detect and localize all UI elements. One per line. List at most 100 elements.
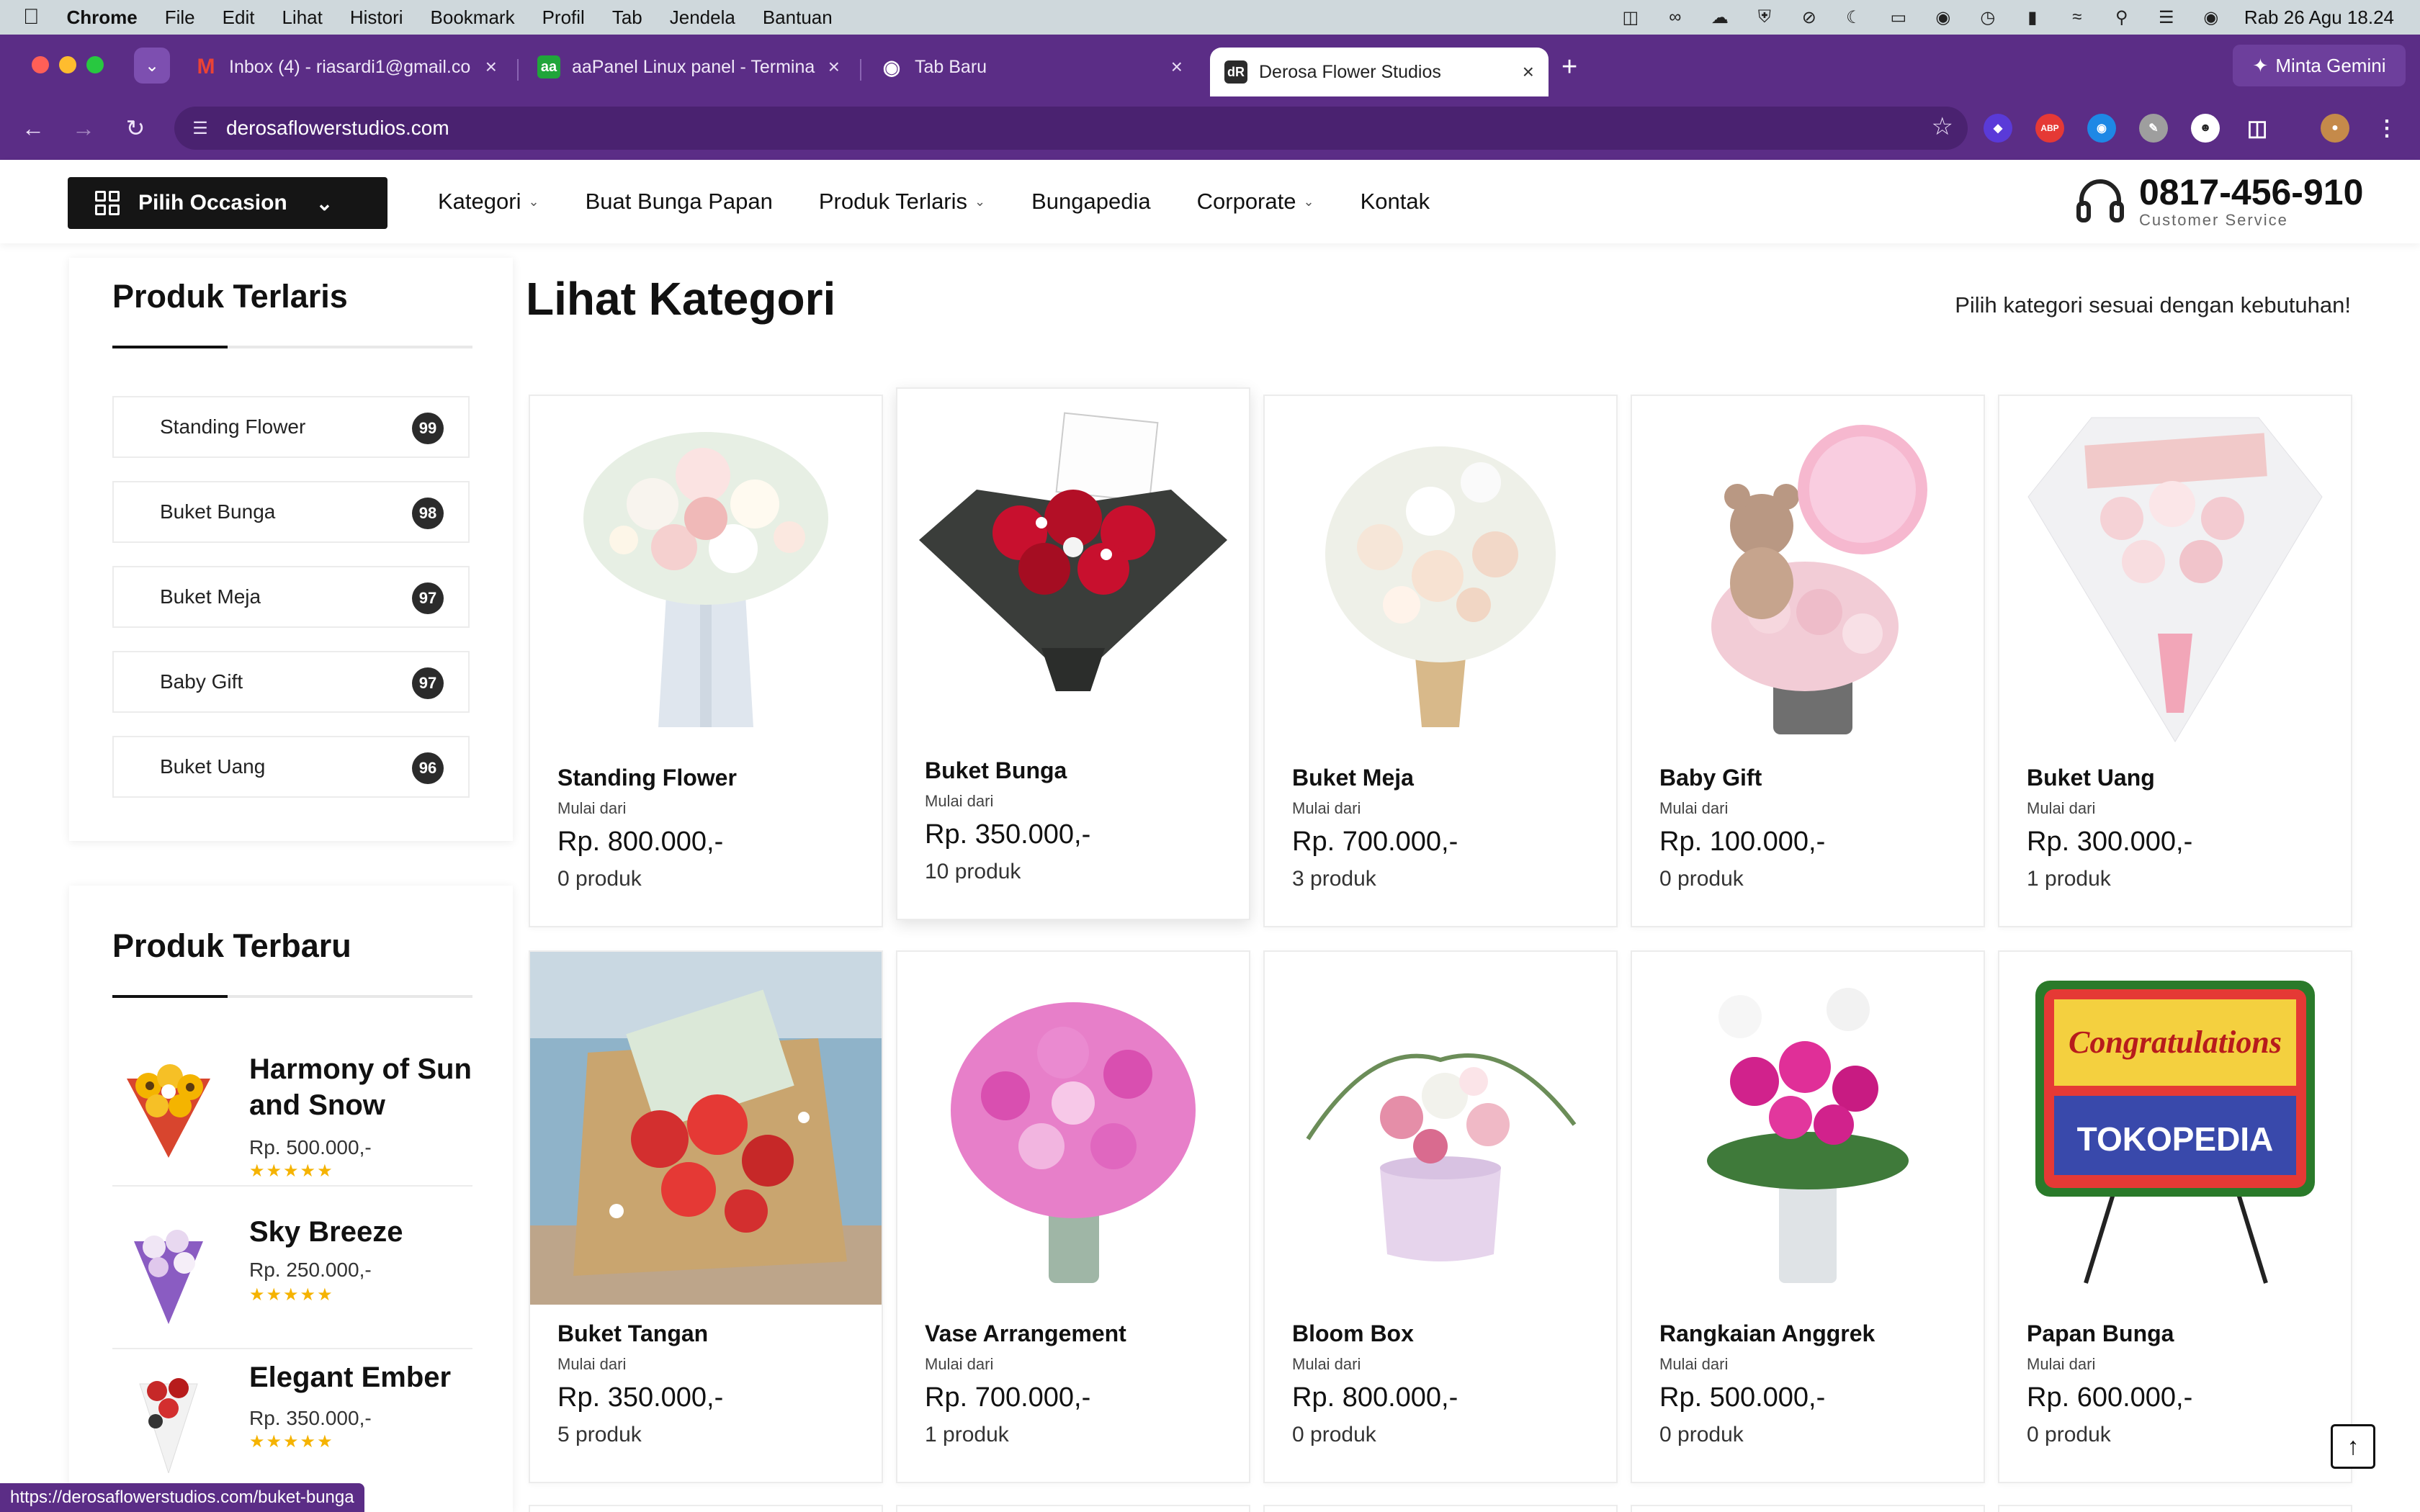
- screen-capture-icon[interactable]: ◫: [1619, 7, 1642, 27]
- product-name[interactable]: Elegant Ember: [249, 1359, 472, 1395]
- mute-icon[interactable]: ⊘: [1798, 7, 1821, 27]
- category-card-buket-meja[interactable]: Buket Meja Mulai dari Rp. 700.000,- 3 pr…: [1263, 395, 1618, 927]
- nav-bungapedia[interactable]: Bungapedia: [1031, 189, 1151, 215]
- category-name[interactable]: Buket Bunga: [925, 757, 1067, 784]
- category-card-buket-bunga[interactable]: Buket Bunga Mulai dari Rp. 350.000,- 10 …: [896, 387, 1250, 920]
- menu-view[interactable]: Lihat: [282, 6, 322, 29]
- category-name[interactable]: Buket Meja: [1292, 765, 1414, 791]
- nav-buat-bunga-papan[interactable]: Buat Bunga Papan: [586, 189, 773, 215]
- adblock-icon[interactable]: ABP: [2035, 114, 2064, 143]
- bestseller-item[interactable]: Buket Bunga 98: [112, 481, 470, 543]
- close-icon[interactable]: ×: [1171, 55, 1183, 78]
- product-image: [1999, 396, 2351, 749]
- window-close-button[interactable]: [32, 56, 49, 73]
- apple-icon[interactable]: : [23, 5, 40, 30]
- newest-product[interactable]: Elegant Ember Rp. 350.000,- ★★★★★: [112, 1351, 472, 1495]
- menu-bookmarks[interactable]: Bookmark: [431, 6, 515, 29]
- newest-product[interactable]: Harmony of Sun and Snow Rp. 500.000,- ★★…: [112, 1043, 472, 1187]
- nav-kontak[interactable]: Kontak: [1361, 189, 1430, 215]
- category-name[interactable]: Vase Arrangement: [925, 1320, 1126, 1347]
- nav-kategori[interactable]: Kategori ⌄: [438, 189, 539, 215]
- category-card-vase-arrangement[interactable]: Vase Arrangement Mulai dari Rp. 700.000,…: [896, 950, 1250, 1483]
- category-name[interactable]: Papan Bunga: [2027, 1320, 2174, 1347]
- site-settings-icon[interactable]: ☰: [187, 115, 213, 141]
- bestseller-item[interactable]: Buket Meja 97: [112, 566, 470, 628]
- category-name[interactable]: Buket Uang: [2027, 765, 2155, 791]
- category-name[interactable]: Buket Tangan: [557, 1320, 708, 1347]
- address-bar[interactable]: ☰ derosaflowerstudios.com ☆: [174, 107, 1968, 150]
- shield-icon[interactable]: ⛨: [1753, 7, 1776, 27]
- url-text[interactable]: derosaflowerstudios.com: [226, 117, 449, 140]
- category-name[interactable]: Baby Gift: [1659, 765, 1762, 791]
- menu-history[interactable]: Histori: [350, 6, 403, 29]
- category-card-rangkaian-anggrek[interactable]: Rangkaian Anggrek Mulai dari Rp. 500.000…: [1631, 950, 1985, 1483]
- nav-produk-terlaris[interactable]: Produk Terlaris ⌄: [819, 189, 985, 215]
- battery-icon[interactable]: ▮: [2021, 7, 2044, 27]
- category-name[interactable]: Standing Flower: [557, 765, 737, 791]
- kebab-menu-icon[interactable]: ⋮: [2372, 114, 2401, 143]
- bestseller-item[interactable]: Standing Flower 99: [112, 396, 470, 458]
- category-card-papan-bunga[interactable]: Congratulations TOKOPEDIA Papan Bunga Mu…: [1998, 950, 2352, 1483]
- menu-profile[interactable]: Profil: [542, 6, 585, 29]
- siri-icon[interactable]: ◉: [2200, 7, 2223, 27]
- product-name[interactable]: Sky Breeze: [249, 1214, 472, 1250]
- category-name[interactable]: Rangkaian Anggrek: [1659, 1320, 1875, 1347]
- color-picker-icon[interactable]: ◉: [2087, 114, 2116, 143]
- window-maximize-button[interactable]: [86, 56, 104, 73]
- bookmark-star-icon[interactable]: ☆: [1932, 112, 1953, 141]
- reload-button[interactable]: ↻: [118, 111, 153, 145]
- user-icon[interactable]: ◉: [1932, 7, 1955, 27]
- extension-diamond-icon[interactable]: ◆: [1984, 114, 2012, 143]
- newest-product[interactable]: Sky Breeze Rp. 250.000,- ★★★★★: [112, 1205, 472, 1349]
- forward-button[interactable]: →: [66, 111, 101, 145]
- close-icon[interactable]: ×: [1523, 60, 1534, 84]
- bestseller-item[interactable]: Buket Uang 96: [112, 736, 470, 798]
- customer-service[interactable]: 0817-456-910 Customer Service: [2071, 173, 2363, 230]
- menu-file[interactable]: File: [165, 6, 195, 29]
- occasion-button[interactable]: Pilih Occasion ⌄: [68, 177, 387, 229]
- display-icon[interactable]: ▭: [1887, 7, 1910, 27]
- time-machine-icon[interactable]: ◷: [1976, 7, 1999, 27]
- tab-derosa[interactable]: dR Derosa Flower Studios ×: [1210, 48, 1549, 96]
- menu-chrome[interactable]: Chrome: [67, 6, 138, 29]
- category-price: Rp. 700.000,-: [925, 1382, 1091, 1413]
- page-subtitle: Pilih kategori sesuai dengan kebutuhan!: [1955, 292, 2351, 318]
- wifi-icon[interactable]: ≈: [2066, 7, 2089, 27]
- category-name[interactable]: Bloom Box: [1292, 1320, 1414, 1347]
- cloud-icon[interactable]: ☁: [1708, 7, 1731, 27]
- menu-edit[interactable]: Edit: [223, 6, 255, 29]
- phone-number[interactable]: 0817-456-910: [2139, 174, 2363, 211]
- back-button[interactable]: ←: [16, 111, 50, 145]
- smiley-extension-icon[interactable]: ☻: [2191, 114, 2220, 143]
- scroll-to-top-button[interactable]: ↑: [2331, 1424, 2375, 1469]
- category-card-buket-uang[interactable]: Buket Uang Mulai dari Rp. 300.000,- 1 pr…: [1998, 395, 2352, 927]
- gemini-button[interactable]: ✦ Minta Gemini: [2233, 45, 2406, 86]
- tab-gmail[interactable]: M Inbox (4) - riasardi1@gmail.co ×: [180, 45, 511, 89]
- new-tab-button[interactable]: +: [1561, 52, 1577, 83]
- puzzle-icon[interactable]: ◫: [2243, 114, 2272, 143]
- price-from-label: Mulai dari: [925, 792, 994, 810]
- tab-aapanel[interactable]: aa aaPanel Linux panel - Termina ×: [523, 45, 854, 89]
- window-minimize-button[interactable]: [59, 56, 76, 73]
- product-name[interactable]: Harmony of Sun and Snow: [249, 1051, 472, 1123]
- tab-new[interactable]: ◉ Tab Baru ×: [866, 45, 1197, 89]
- close-icon[interactable]: ×: [485, 55, 497, 78]
- category-card-baby-gift[interactable]: Baby Gift Mulai dari Rp. 100.000,- 0 pro…: [1631, 395, 1985, 927]
- category-card-buket-tangan[interactable]: Buket Tangan Mulai dari Rp. 350.000,- 5 …: [529, 950, 883, 1483]
- category-card-standing-flower[interactable]: Standing Flower Mulai dari Rp. 800.000,-…: [529, 395, 883, 927]
- menu-window[interactable]: Jendela: [670, 6, 735, 29]
- avatar[interactable]: ●: [2321, 114, 2349, 143]
- tab-search-button[interactable]: ⌄: [134, 48, 170, 84]
- moon-icon[interactable]: ☾: [1842, 7, 1865, 27]
- control-center-icon[interactable]: ☰: [2155, 7, 2178, 27]
- menu-help[interactable]: Bantuan: [763, 6, 833, 29]
- creative-cloud-icon[interactable]: ∞: [1664, 7, 1687, 27]
- menu-tab[interactable]: Tab: [612, 6, 642, 29]
- close-icon[interactable]: ×: [828, 55, 840, 78]
- category-card-bloom-box[interactable]: Bloom Box Mulai dari Rp. 800.000,- 0 pro…: [1263, 950, 1618, 1483]
- clock[interactable]: Rab 26 Agu 18.24: [2244, 6, 2394, 29]
- bestseller-item[interactable]: Baby Gift 97: [112, 651, 470, 713]
- search-icon[interactable]: ⚲: [2110, 7, 2133, 27]
- nav-corporate[interactable]: Corporate ⌄: [1197, 189, 1314, 215]
- pencil-extension-icon[interactable]: ✎: [2139, 114, 2168, 143]
